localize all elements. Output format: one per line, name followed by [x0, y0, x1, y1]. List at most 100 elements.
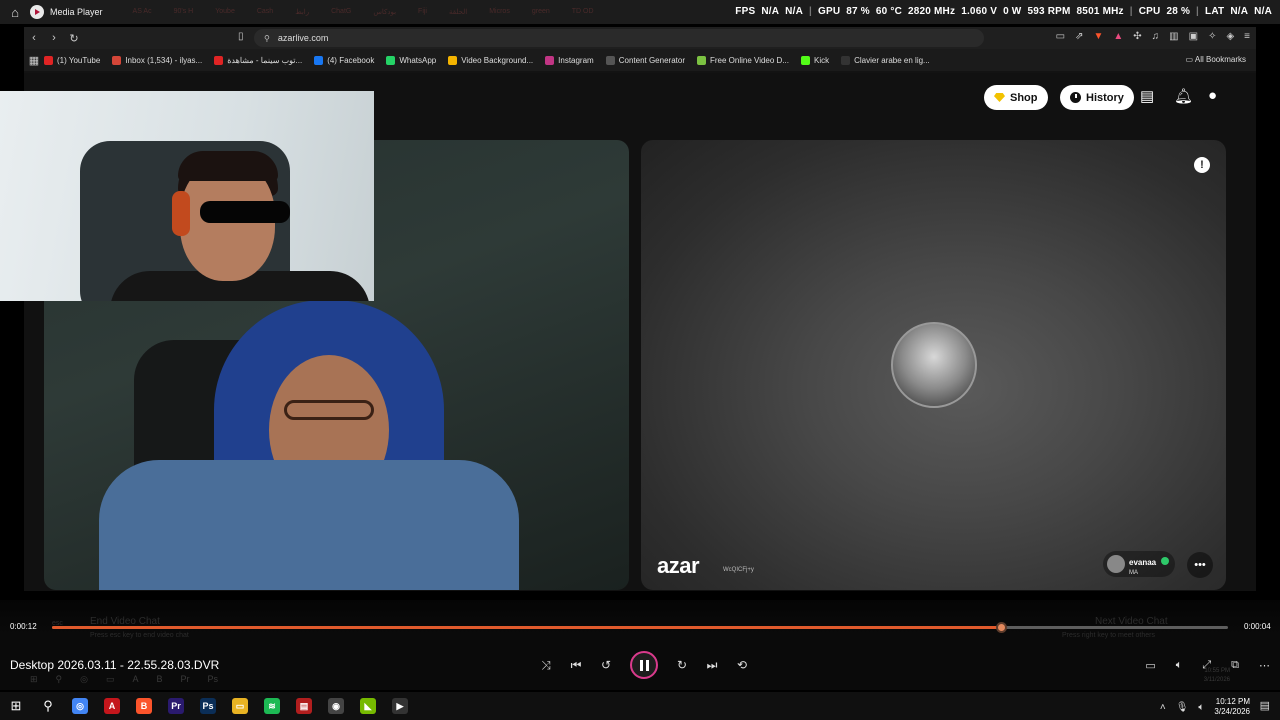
chat-bubble-icon[interactable]: •••	[1187, 552, 1213, 578]
verified-icon	[1160, 557, 1169, 565]
cast-icon[interactable]: ▭	[1056, 31, 1065, 42]
webcam-headset	[172, 191, 190, 236]
bookmarks-bar: ▦ (1) YouTube Inbox (1,534) - ilyas... ت…	[24, 49, 1256, 71]
rewards-icon[interactable]: ▲	[1113, 31, 1123, 42]
sidebar-icon[interactable]: ▥	[1169, 31, 1178, 42]
ghost-icon: Ps	[207, 674, 219, 684]
system-clock[interactable]: 10:12 PM 3/24/2026	[1214, 697, 1250, 717]
forward-30-icon[interactable]: ↻	[676, 658, 688, 672]
history-label: History	[1086, 91, 1124, 104]
bookmark-facebook[interactable]: (4) Facebook	[314, 55, 374, 65]
home-icon[interactable]: ⌂	[0, 5, 30, 20]
bookmark-video-background[interactable]: Video Background...	[448, 55, 533, 65]
more-options-icon[interactable]: ⋯	[1259, 659, 1270, 672]
gpu-memory-clock: 8501 MHz	[1076, 6, 1124, 17]
taskbar-app-acrobat[interactable]: A	[96, 692, 128, 720]
media-player-titlebar: ⌂ Media Player AS Ac 90's H Yoube Cash ر…	[0, 0, 1280, 24]
content-generator-icon	[605, 55, 615, 65]
taskbar-app-media-player[interactable]: ▶	[384, 692, 416, 720]
apps-grid-icon[interactable]: ▦	[24, 54, 44, 67]
bookmark-topcinema[interactable]: توب سينما - مشاهدة...	[214, 55, 302, 65]
bookmark-content-generator[interactable]: Content Generator	[605, 55, 685, 65]
address-bar[interactable]: ⚲ azarlive.com	[254, 29, 984, 47]
ghost-icon: ▭	[106, 674, 115, 684]
taskbar-app-video-editor[interactable]: ▤	[288, 692, 320, 720]
taskbar-app-premiere[interactable]: Pr	[160, 692, 192, 720]
reload-icon[interactable]: ↻	[64, 32, 84, 45]
gpu-temp: 60 °C	[875, 6, 902, 17]
captions-icon[interactable]: ▭	[1145, 659, 1155, 672]
pause-button[interactable]	[630, 651, 658, 679]
bookmark-youtube[interactable]: (1) YouTube	[44, 55, 100, 65]
partner-name: evanaa	[1129, 558, 1157, 567]
acrobat-icon: A	[104, 698, 120, 714]
file-name: Desktop 2026.03.11 - 22.55.28.03.DVR	[10, 658, 220, 672]
volume-icon[interactable]: 🔈︎	[1176, 659, 1183, 672]
seek-bar[interactable]	[52, 622, 1228, 633]
report-icon[interactable]: !	[1194, 157, 1210, 173]
bookmark-label: Kick	[814, 55, 830, 65]
bell-icon[interactable]: 🔔︎	[1174, 87, 1193, 105]
share-icon[interactable]: ⇗	[1075, 31, 1083, 42]
notification-icon[interactable]: ▤	[1260, 699, 1270, 712]
stream-id: WcQICFj+y	[723, 567, 754, 573]
repeat-off-icon[interactable]: ⟲	[736, 658, 748, 672]
taskbar-app-brave[interactable]: B	[128, 692, 160, 720]
taskbar-app-photoshop[interactable]: Ps	[192, 692, 224, 720]
miniplayer-icon[interactable]: ⧉	[1231, 659, 1239, 672]
menu-icon[interactable]: ≡	[1244, 31, 1250, 42]
seek-thumb[interactable]	[996, 622, 1008, 633]
rewind-10-icon[interactable]: ↺	[600, 658, 612, 672]
bookmark-icon[interactable]: ▯	[238, 31, 244, 42]
azar-logo: azar	[657, 553, 700, 578]
shop-button[interactable]: Shop	[984, 85, 1048, 110]
wallet-icon[interactable]: ▣	[1189, 31, 1198, 42]
leo-icon[interactable]: ✧	[1208, 31, 1216, 42]
media-player-icon: ▶	[392, 698, 408, 714]
bookmark-instagram[interactable]: Instagram	[545, 55, 594, 65]
taskbar-app-chrome[interactable]: ◎	[64, 692, 96, 720]
bookmark-video-downloader[interactable]: Free Online Video D...	[696, 55, 789, 65]
search-icon[interactable]: ⚲	[32, 692, 64, 720]
all-bookmarks-button[interactable]: ▭ All Bookmarks	[1186, 55, 1246, 64]
shuffle-icon[interactable]: ⤨	[540, 658, 552, 673]
site-info-icon[interactable]: ⚲	[264, 34, 270, 43]
volume-tray-icon[interactable]: 🔈︎	[1198, 702, 1204, 713]
taskbar-app-explorer[interactable]: ▭	[224, 692, 256, 720]
bookmark-gmail[interactable]: Inbox (1,534) - ilyas...	[112, 55, 202, 65]
media-icon[interactable]: ♫	[1152, 31, 1160, 42]
arabic-keyboard-icon	[841, 55, 851, 65]
youtube-icon	[44, 55, 53, 65]
extensions-icon[interactable]: ✣	[1133, 31, 1141, 42]
bookmark-arabic-keyboard[interactable]: Clavier arabe en lig...	[841, 55, 930, 65]
previous-icon[interactable]: ⏮	[570, 658, 582, 673]
chevron-up-icon[interactable]: ˄	[1160, 702, 1166, 713]
windows-taskbar: ⊞ ⚲ ◎ A B Pr Ps ▭ ≋ ▤ ◉ ◣ ▶ ˄ 🎙︎ 🔈︎ 10:1…	[0, 692, 1280, 720]
inbox-icon[interactable]: ▤	[1140, 87, 1154, 105]
gpu-clock: 2820 MHz	[908, 6, 956, 17]
bookmark-kick[interactable]: Kick	[801, 55, 830, 65]
taskbar-app-nvidia[interactable]: ◣	[352, 692, 384, 720]
windows-start-icon[interactable]: ⊞	[0, 692, 32, 720]
ghost-tab: Yoube	[215, 8, 235, 15]
ghost-icon: ◎	[80, 674, 88, 684]
taskbar-app-spotify[interactable]: ≋	[256, 692, 288, 720]
forward-icon[interactable]: ›	[44, 32, 64, 44]
taskbar-app-recorder[interactable]: ◉	[320, 692, 352, 720]
profile-icon[interactable]: ●	[1208, 87, 1217, 104]
lat-label: LAT	[1205, 6, 1225, 17]
elapsed-time: 0:00:12	[10, 622, 37, 631]
next-icon[interactable]: ⏭	[706, 658, 718, 673]
video-editor-icon: ▤	[296, 698, 312, 714]
history-button[interactable]: History	[1060, 85, 1134, 110]
microphone-icon[interactable]: 🎙︎	[1176, 702, 1189, 713]
ghost-end-hint: Press esc key to end video chat	[90, 632, 189, 639]
back-icon[interactable]: ‹	[24, 32, 44, 44]
browser-extensions: ▭ ⇗ ▼ ▲ ✣ ♫ ▥ ▣ ✧ ◈ ≡	[1056, 31, 1250, 42]
vpn-icon[interactable]: ◈	[1226, 31, 1234, 42]
bookmark-whatsapp[interactable]: WhatsApp	[386, 55, 436, 65]
brave-shield-icon[interactable]: ▼	[1093, 31, 1103, 42]
partner-avatar	[891, 322, 977, 408]
partner-chip[interactable]: evanaa MA	[1103, 551, 1175, 577]
remaining-time: 0:00:04	[1244, 622, 1271, 631]
